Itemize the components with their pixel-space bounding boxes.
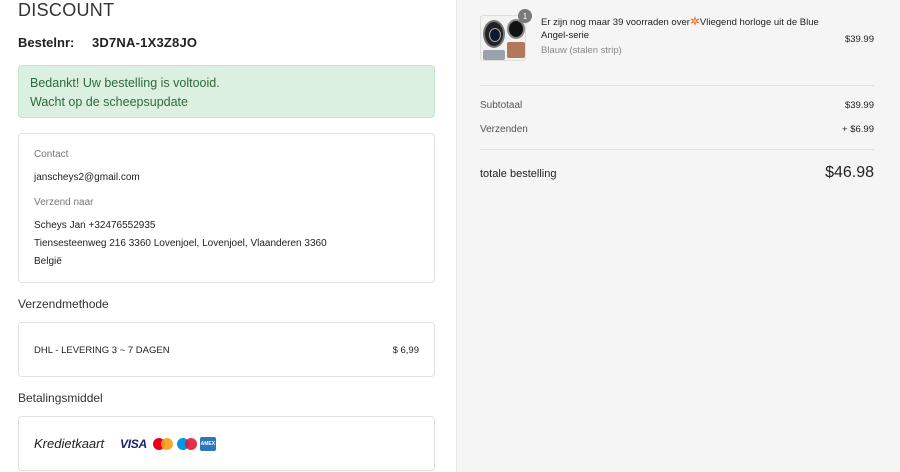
order-number-row: Bestelnr: 3D7NA-1X3Z8JO: [18, 35, 197, 50]
customer-info-card: Contact janscheys2@gmail.com Verzend naa…: [18, 133, 435, 283]
subtotal-value: $39.99: [844, 100, 874, 111]
total-value: $46.98: [825, 164, 874, 181]
success-message: Bedankt! Uw bestelling is voltooid. Wach…: [18, 65, 435, 118]
shipping-method-name: DHL - LEVERING 3 ~ 7 DAGEN: [34, 345, 170, 356]
order-summary-panel: [456, 0, 900, 472]
payment-method-name: Kredietkaart: [34, 436, 105, 451]
quantity-badge: 1: [518, 9, 532, 23]
ship-to-label: Verzend naar: [34, 197, 94, 208]
product-title-part-1: Er zijn nog maar 39 voorraden over: [541, 17, 690, 28]
amex-icon: AMEX: [199, 437, 216, 451]
summary-divider-top: [480, 85, 874, 86]
shipping-label: Verzenden: [480, 124, 528, 135]
card-logos: VISA AMEX: [120, 436, 216, 452]
shipping-method-card: DHL - LEVERING 3 ~ 7 DAGEN $ 6,99: [18, 322, 435, 377]
product-title: Er zijn nog maar 39 voorraden over Vliege…: [541, 16, 831, 42]
maestro-icon: [176, 437, 198, 451]
recipient-name-phone: Scheys Jan +32476552935: [34, 220, 156, 231]
product-price: $39.99: [844, 34, 874, 45]
success-line-1: Bedankt! Uw bestelling is voltooid.: [30, 76, 220, 90]
shipping-method-title: Verzendmethode: [18, 297, 109, 311]
collision-emoji-icon: [689, 16, 700, 26]
total-label: totale bestelling: [480, 168, 557, 180]
product-thumbnail: [480, 15, 526, 61]
payment-method-card: Kredietkaart VISA AMEX: [18, 416, 435, 471]
mastercard-icon: [152, 437, 174, 451]
success-line-2: Wacht op de scheepsupdate: [30, 95, 188, 109]
summary-divider-bottom: [480, 149, 874, 150]
shipping-method-price: $ 6,99: [392, 345, 419, 356]
shipping-value: + $6.99: [842, 124, 874, 135]
order-number-label: Bestelnr:: [18, 35, 75, 50]
shipping-country: België: [34, 256, 62, 267]
contact-label: Contact: [34, 149, 69, 160]
contact-email: janscheys2@gmail.com: [34, 172, 140, 183]
shipping-address: Tiensesteenweg 216 3360 Lovenjoel, Loven…: [34, 238, 327, 249]
product-variant: Blauw (stalen strip): [541, 45, 622, 56]
subtotal-label: Subtotaal: [480, 100, 523, 111]
order-number: 3D7NA-1X3Z8JO: [91, 35, 198, 50]
store-logo[interactable]: DISCOUNT: [18, 0, 114, 21]
visa-icon: VISA: [120, 437, 147, 451]
payment-method-title: Betalingsmiddel: [18, 391, 103, 405]
